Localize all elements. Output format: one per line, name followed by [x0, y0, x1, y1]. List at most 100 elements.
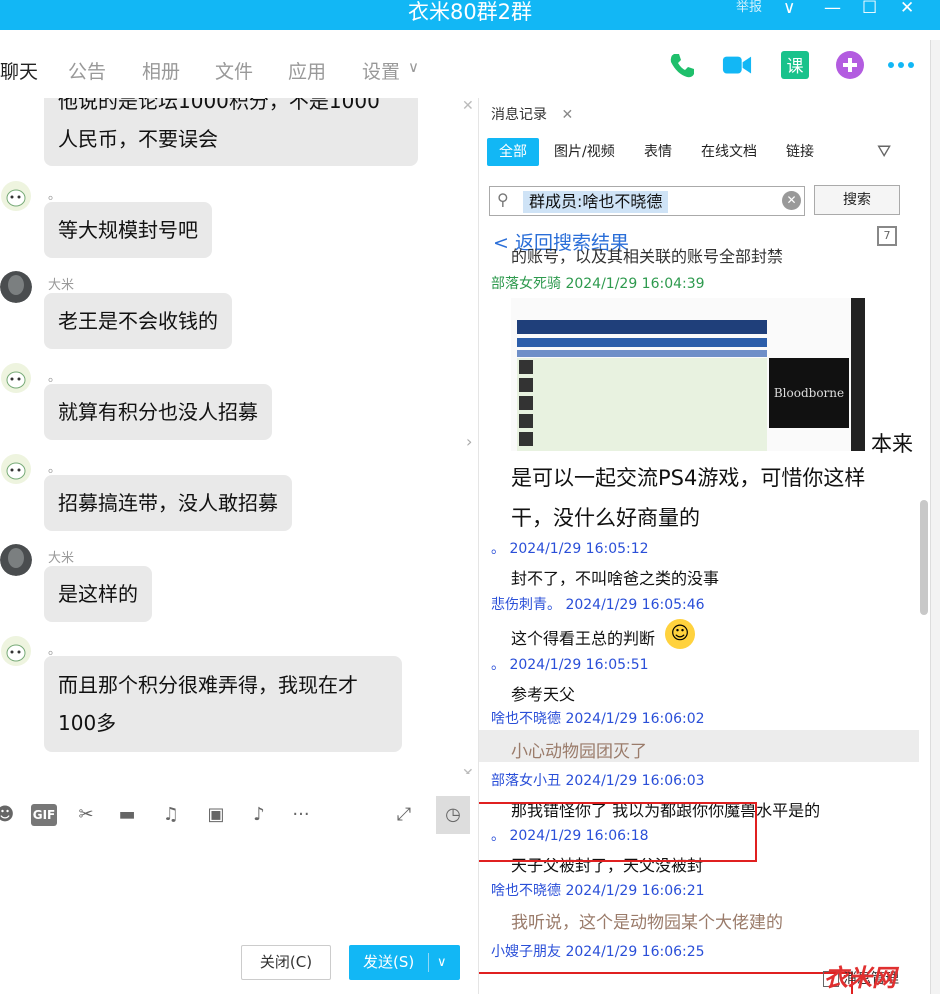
title-bar: 衣米80群2群 举报 ∨ — ☐ ✕ [0, 0, 940, 30]
history-tab[interactable]: 消息记录 ✕ [491, 104, 573, 124]
filter-all[interactable]: 全部 [487, 138, 539, 166]
filter-media[interactable]: 图片/视频 [554, 138, 615, 166]
history-message-meta: 啥也不晓德 2024/1/29 16:06:21 [491, 883, 705, 899]
user-photo-avatar[interactable] [0, 271, 32, 303]
sender-name: 大米 [48, 551, 75, 566]
watermark-logo: 衣米网 [824, 964, 896, 992]
image-caption-tail: 本来 [871, 432, 913, 456]
screenshot-scissors-icon[interactable]: ✂ [75, 804, 97, 826]
history-scrollbar[interactable] [920, 500, 928, 615]
chat-bubble: 老王是不会收钱的 [44, 293, 232, 349]
message-history-panel: 消息记录 ✕ 全部 图片/视频 表情 在线文档 链接 ⛛ ⚲ 群成员:啥也不晓德… [478, 98, 930, 994]
send-options-chevron-icon[interactable]: ∨ [437, 945, 447, 980]
course-icon[interactable]: 课 [780, 50, 810, 80]
search-member-tag: 群成员:啥也不晓德 [523, 191, 669, 213]
sender-name: 。 [48, 188, 62, 203]
filter-docs[interactable]: 在线文档 [701, 138, 757, 166]
search-icon: ⚲ [497, 190, 509, 209]
game-brand: Bloodborne [774, 386, 844, 400]
more-tools-icon[interactable]: ··· [288, 804, 314, 826]
history-tab-label: 消息记录 [491, 107, 547, 123]
composer-toolbar: ☻ GIF ✂ ▬ ♫ ▣ ♪ ··· ⤢ ◷ [0, 790, 478, 840]
tab-chat[interactable]: 聊天 [0, 57, 38, 84]
window-edge [930, 40, 940, 994]
chat-bubble: 他说的是论坛1000积分，不是1000 人民币，不要误会 [44, 98, 418, 166]
tab-announcement[interactable]: 公告 [68, 57, 106, 84]
emoji-icon[interactable]: ☻ [0, 804, 16, 826]
shared-game-screenshot[interactable]: Bloodborne [511, 298, 865, 451]
clear-search-icon[interactable]: ✕ [782, 191, 801, 210]
red-highlight-box [479, 802, 757, 862]
minimize-icon[interactable]: — [824, 0, 841, 18]
history-message-text: 这个得看王总的判断 [511, 629, 656, 648]
tab-album[interactable]: 相册 [142, 57, 180, 84]
collapse-icon[interactable]: ✕ [462, 98, 474, 114]
report-link[interactable]: 举报 [736, 0, 762, 16]
expand-icon[interactable]: ✕ [462, 766, 474, 774]
gif-icon[interactable]: GIF [31, 804, 57, 826]
history-message-meta: 小嫂子朋友 2024/1/29 16:06:25 [491, 944, 705, 960]
chat-text: 招募搞连带，没人敢招募 [58, 491, 278, 515]
settings-chevron-icon[interactable]: ∨ [408, 58, 419, 76]
mascot-avatar[interactable] [0, 180, 32, 212]
music-icon[interactable]: ♫ [160, 804, 182, 826]
user-photo-avatar[interactable] [0, 544, 32, 576]
chat-bubble: 等大规模封号吧 [44, 202, 212, 258]
history-message-meta: 部落女小丑 2024/1/29 16:06:03 [491, 773, 705, 789]
chat-text: 是这样的 [58, 582, 138, 606]
fullscreen-icon[interactable]: ⤢ [393, 804, 415, 826]
close-tab-icon[interactable]: ✕ [561, 107, 573, 123]
filter-links[interactable]: 链接 [786, 138, 814, 166]
search-button[interactable]: 搜索 [814, 185, 900, 215]
image-caption-line: 是可以一起交流PS4游戏，可惜你这样 [511, 466, 866, 490]
history-message-text: 小心动物园团灭了 [511, 742, 647, 762]
voice-call-icon[interactable] [667, 50, 697, 80]
close-button-label: 关闭(C) [259, 953, 313, 971]
svg-text:课: 课 [787, 57, 804, 77]
member-search-input[interactable]: ⚲ 群成员:啥也不晓德 ✕ [489, 186, 805, 216]
mascot-avatar[interactable] [0, 453, 32, 485]
chat-bubble: 就算有积分也没人招募 [44, 384, 272, 440]
chat-text: 而且那个积分很难弄得，我现在才 [58, 673, 358, 697]
tab-files[interactable]: 文件 [215, 57, 253, 84]
history-message-meta: 部落女死骑 2024/1/29 16:04:39 [491, 276, 705, 292]
sender-name: 大米 [48, 278, 75, 293]
bell-icon[interactable]: ♪ [248, 804, 270, 826]
mascot-avatar[interactable] [0, 635, 32, 667]
add-app-icon[interactable] [835, 50, 865, 80]
folder-icon[interactable]: ▬ [116, 804, 138, 826]
calendar-icon[interactable]: 7 [877, 226, 897, 246]
history-message-text: 我听说，这个是动物园某个大佬建的 [511, 913, 783, 933]
image-icon[interactable]: ▣ [205, 804, 227, 826]
video-call-icon[interactable] [722, 50, 752, 80]
send-divider [428, 953, 429, 972]
close-window-icon[interactable]: ✕ [900, 0, 914, 18]
sender-name: 。 [48, 461, 62, 476]
filter-icon[interactable]: ⛛ [877, 138, 891, 166]
chat-area: 他说的是论坛1000积分，不是1000 人民币，不要误会 ✕ 。 等大规模封号吧… [0, 98, 478, 774]
history-message-meta: 。 2024/1/29 16:05:12 [491, 541, 649, 557]
history-message-text: 封不了，不叫啥爸之类的没事 [511, 569, 720, 588]
history-clock-icon[interactable]: ◷ [436, 796, 470, 834]
window-title: 衣米80群2群 [407, 0, 533, 24]
chat-bubble: 是这样的 [44, 566, 152, 622]
history-message-text: 参考天父 [511, 685, 576, 704]
close-button[interactable]: 关闭(C) [241, 945, 331, 980]
dropdown-icon[interactable]: ∨ [783, 0, 795, 18]
tab-settings[interactable]: 设置 [362, 57, 400, 84]
chat-bubble: 而且那个积分很难弄得，我现在才 100多 [44, 656, 402, 752]
maximize-icon[interactable]: ☐ [862, 0, 877, 18]
tab-apps[interactable]: 应用 [288, 57, 326, 84]
sender-name: 。 [48, 370, 62, 385]
panel-toggle-chevron-icon[interactable]: › [466, 432, 472, 451]
filter-stickers[interactable]: 表情 [644, 138, 672, 166]
send-button-label: 发送(S) [363, 953, 415, 971]
history-message-text: 的账号，以及其相关联的账号全部封禁 [511, 247, 784, 266]
more-icon[interactable] [886, 50, 916, 80]
chat-text: 老王是不会收钱的 [58, 309, 218, 333]
history-message-meta: 啥也不晓德 2024/1/29 16:06:02 [491, 711, 705, 727]
send-button[interactable]: 发送(S) ∨ [349, 945, 460, 980]
chat-text: 100多 [58, 711, 117, 735]
history-message-list: 的账号，以及其相关联的账号全部封禁 部落女死骑 2024/1/29 16:04:… [479, 244, 919, 994]
mascot-avatar[interactable] [0, 362, 32, 394]
